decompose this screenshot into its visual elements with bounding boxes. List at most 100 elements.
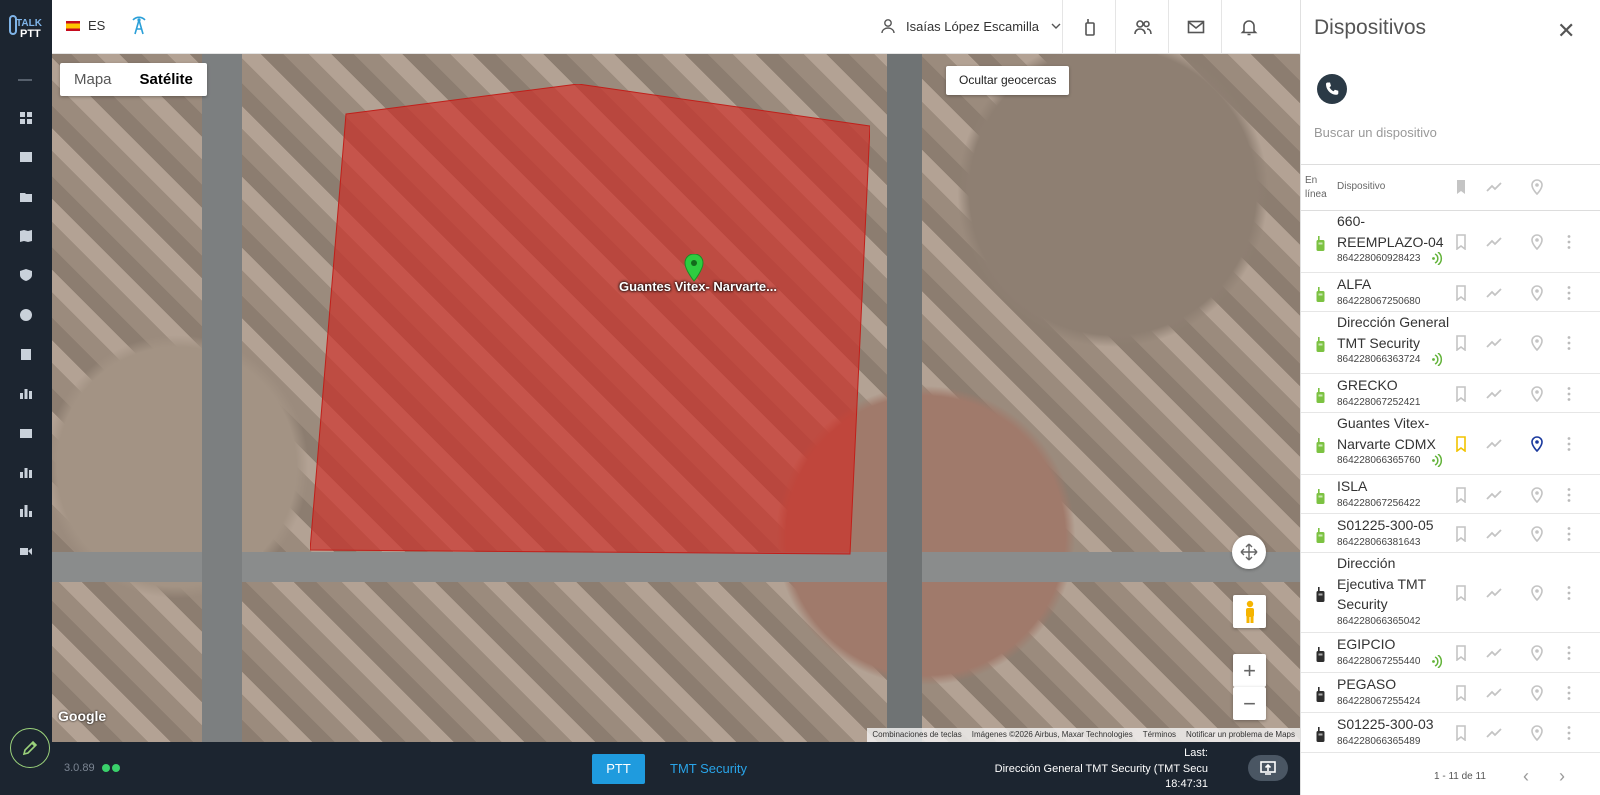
zoom-out-button[interactable]: − bbox=[1233, 687, 1266, 720]
location-pin-icon[interactable] bbox=[1529, 284, 1545, 301]
trend-icon[interactable] bbox=[1486, 386, 1502, 402]
trend-icon[interactable] bbox=[1486, 526, 1502, 542]
more-options-icon[interactable] bbox=[1566, 685, 1572, 701]
more-options-icon[interactable] bbox=[1566, 526, 1572, 542]
bookmark-icon[interactable] bbox=[1453, 645, 1469, 661]
bookmark-icon[interactable] bbox=[1453, 284, 1469, 301]
sidebar-item-video[interactable] bbox=[0, 531, 52, 571]
close-panel-button[interactable]: ✕ bbox=[1557, 20, 1575, 42]
location-pin-icon[interactable] bbox=[1529, 645, 1545, 661]
sidebar-item-groups[interactable] bbox=[0, 177, 52, 217]
keyboard-shortcuts-link[interactable]: Combinaciones de teclas bbox=[867, 728, 966, 742]
more-options-icon[interactable] bbox=[1566, 436, 1572, 452]
language-selector[interactable]: ES bbox=[66, 18, 105, 33]
device-row[interactable]: Dirección General TMT Security 8642280663… bbox=[1301, 312, 1600, 374]
sidebar-item-dashboard[interactable] bbox=[0, 98, 52, 138]
bookmark-icon[interactable] bbox=[1453, 486, 1469, 503]
bookmark-icon[interactable] bbox=[1453, 685, 1469, 701]
sidebar-item-reports[interactable] bbox=[0, 334, 52, 374]
zoom-in-button[interactable]: + bbox=[1233, 654, 1266, 687]
more-options-icon[interactable] bbox=[1566, 335, 1572, 351]
bookmark-icon[interactable] bbox=[1453, 385, 1469, 402]
more-options-icon[interactable] bbox=[1566, 585, 1572, 601]
edit-button[interactable] bbox=[10, 728, 50, 768]
call-button[interactable] bbox=[1317, 74, 1347, 104]
user-menu[interactable]: Isaías López Escamilla bbox=[880, 18, 1061, 34]
map-fullscreen-button[interactable] bbox=[1232, 535, 1266, 569]
location-pin-icon[interactable] bbox=[1529, 335, 1545, 351]
more-options-icon[interactable] bbox=[1566, 386, 1572, 402]
sidebar-item-map[interactable] bbox=[0, 216, 52, 256]
location-pin-icon[interactable] bbox=[1529, 685, 1545, 701]
trend-icon[interactable] bbox=[1486, 685, 1502, 701]
messages-button[interactable] bbox=[1168, 0, 1222, 54]
map-pin-icon[interactable] bbox=[684, 254, 704, 282]
bookmark-icon[interactable] bbox=[1453, 585, 1469, 601]
sidebar-item-contacts[interactable] bbox=[0, 137, 52, 177]
radio-device-button[interactable] bbox=[1062, 0, 1116, 54]
radio-tower-icon[interactable] bbox=[130, 16, 148, 41]
device-row[interactable]: GRECKO 864228067252421 bbox=[1301, 374, 1600, 413]
device-search-input[interactable] bbox=[1314, 120, 1584, 144]
hide-geofences-button[interactable]: Ocultar geocercas bbox=[946, 66, 1070, 95]
device-row[interactable]: S01225-300-05 864228066381643 bbox=[1301, 514, 1600, 553]
terms-link[interactable]: Términos bbox=[1138, 728, 1181, 742]
map-type-satellite[interactable]: Satélite bbox=[126, 63, 207, 96]
sidebar-item-security[interactable] bbox=[0, 255, 52, 295]
street-view-pegman[interactable] bbox=[1233, 595, 1266, 628]
bookmark-icon[interactable] bbox=[1453, 725, 1469, 741]
notifications-button[interactable] bbox=[1221, 0, 1275, 54]
column-device[interactable]: Dispositivo bbox=[1337, 181, 1385, 192]
trend-icon[interactable] bbox=[1486, 436, 1502, 452]
sidebar-collapse-handle[interactable] bbox=[18, 79, 32, 81]
location-pin-icon[interactable] bbox=[1529, 486, 1545, 503]
previous-page-button[interactable]: ‹ bbox=[1523, 766, 1529, 787]
sidebar-item-analytics[interactable] bbox=[0, 452, 52, 492]
device-row[interactable]: ALFA 864228067250680 bbox=[1301, 273, 1600, 312]
device-row[interactable]: ISLA 864228067256422 bbox=[1301, 475, 1600, 514]
bookmark-icon[interactable] bbox=[1453, 234, 1469, 250]
next-page-button[interactable]: › bbox=[1559, 766, 1565, 787]
bookmark-icon[interactable] bbox=[1453, 436, 1469, 452]
device-row[interactable]: Guantes Vitex- Narvarte CDMX 864228066365… bbox=[1301, 413, 1600, 475]
trend-icon[interactable] bbox=[1486, 234, 1502, 250]
location-pin-icon[interactable] bbox=[1529, 179, 1545, 195]
trend-icon[interactable] bbox=[1486, 645, 1502, 661]
bookmark-icon[interactable] bbox=[1453, 335, 1469, 351]
trend-icon[interactable] bbox=[1486, 725, 1502, 741]
organization-link[interactable]: TMT Security bbox=[670, 754, 747, 784]
device-row[interactable]: S01225-300-03 864228066365489 bbox=[1301, 713, 1600, 753]
more-options-icon[interactable] bbox=[1566, 645, 1572, 661]
device-row[interactable]: EGIPCIO 864228067255440 bbox=[1301, 633, 1600, 673]
trend-icon[interactable] bbox=[1486, 487, 1502, 503]
ptt-button[interactable]: PTT bbox=[592, 754, 645, 784]
location-pin-icon[interactable] bbox=[1529, 725, 1545, 741]
device-row[interactable]: Dirección Ejecutiva TMT Security 86422806… bbox=[1301, 553, 1600, 633]
screen-share-button[interactable] bbox=[1248, 755, 1288, 781]
bookmark-icon[interactable] bbox=[1453, 525, 1469, 542]
location-pin-icon[interactable] bbox=[1529, 234, 1545, 250]
device-row[interactable]: 660-REEMPLAZO-04 864228060928423 bbox=[1301, 211, 1600, 273]
more-options-icon[interactable] bbox=[1566, 487, 1572, 503]
map-type-map[interactable]: Mapa bbox=[60, 63, 126, 96]
contacts-button[interactable] bbox=[1115, 0, 1169, 54]
map-canvas[interactable]: Mapa Satélite Ocultar geocercas Guantes … bbox=[52, 54, 1300, 742]
more-options-icon[interactable] bbox=[1566, 285, 1572, 301]
location-pin-icon[interactable] bbox=[1529, 525, 1545, 542]
bookmark-icon[interactable] bbox=[1453, 179, 1469, 195]
more-options-icon[interactable] bbox=[1566, 234, 1572, 250]
more-options-icon[interactable] bbox=[1566, 725, 1572, 741]
location-pin-icon[interactable] bbox=[1529, 585, 1545, 601]
trend-icon[interactable] bbox=[1486, 285, 1502, 301]
sidebar-item-tracking[interactable] bbox=[0, 295, 52, 335]
report-problem-link[interactable]: Notificar un problema de Maps bbox=[1181, 728, 1300, 742]
location-pin-icon[interactable] bbox=[1529, 385, 1545, 402]
trend-icon[interactable] bbox=[1486, 585, 1502, 601]
device-row[interactable]: PEGASO 864228067255424 bbox=[1301, 673, 1600, 713]
location-pin-icon[interactable] bbox=[1529, 436, 1545, 452]
trend-icon[interactable] bbox=[1486, 179, 1502, 195]
sidebar-item-statistics[interactable] bbox=[0, 373, 52, 413]
geofence-polygon[interactable] bbox=[310, 84, 870, 564]
trend-icon[interactable] bbox=[1486, 335, 1502, 351]
sidebar-item-activity[interactable] bbox=[0, 491, 52, 531]
